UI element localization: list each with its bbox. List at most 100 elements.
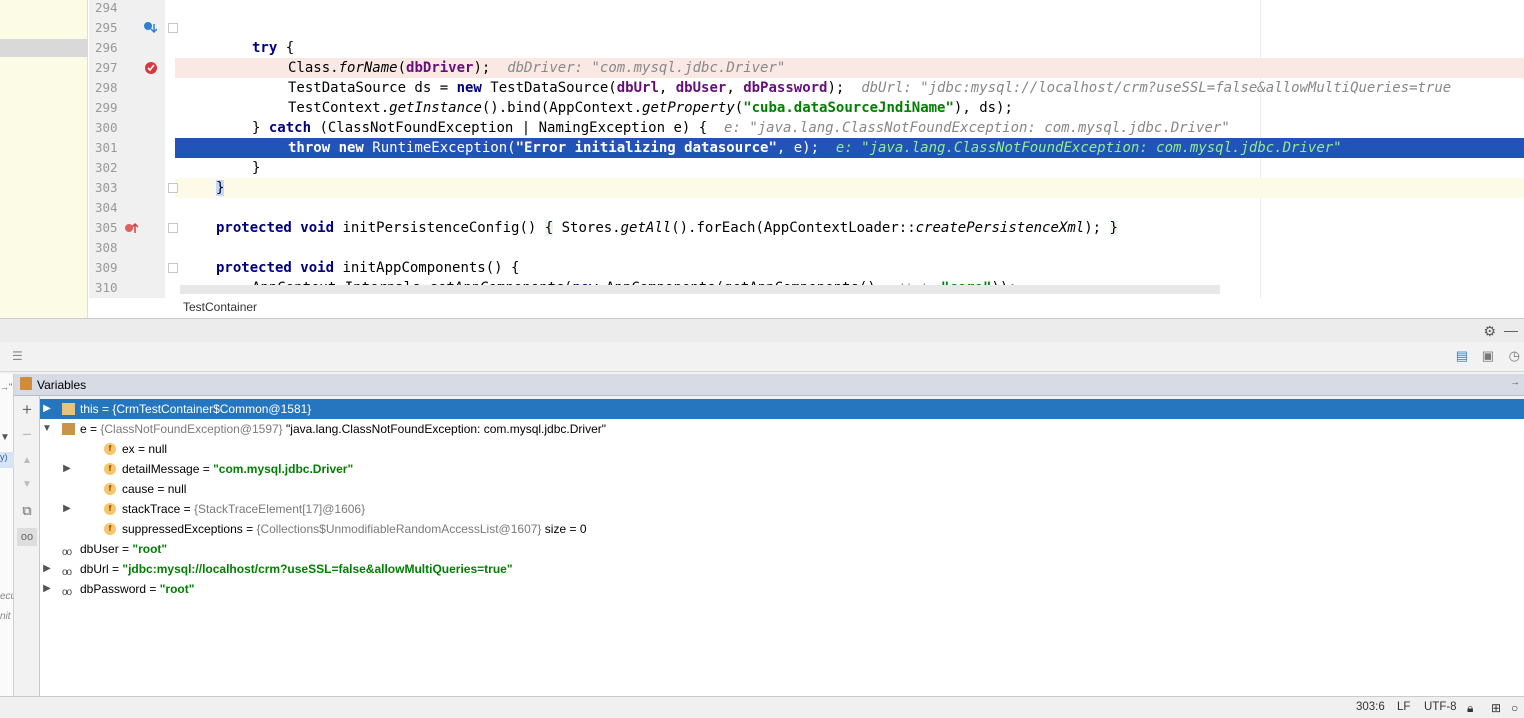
settings-lines-icon[interactable]: ☰ [12,349,23,363]
code-line[interactable]: 309 protected void initAppComponents() { [0,258,1524,278]
variable-row[interactable]: ▶ this = {CrmTestContainer$Common@1581} [40,399,1524,419]
readonly-toggle-icon[interactable]: 🔒︎ [1467,701,1473,716]
variable-value: "jdbc:mysql://localhost/crm?useSSL=false… [122,562,513,576]
minimize-icon[interactable]: — [1504,322,1518,338]
variable-text: ex = null [122,442,168,456]
expand-arrow-icon[interactable]: ▶ [62,459,72,479]
code-editor[interactable]: 294 295 protected void initDataSources()… [0,0,1524,318]
variable-value: "com.mysql.jdbc.Driver" [213,462,354,476]
notifications-icon[interactable]: ○ [1511,701,1518,715]
code-line[interactable]: 304 [0,198,1524,218]
line-number: 303 [95,180,118,195]
variable-text: detailMessage = "com.mysql.jdbc.Driver" [122,462,354,476]
code-line[interactable]: 295 protected void initDataSources() { [0,18,1524,38]
code-line[interactable]: 294 [0,0,1524,18]
code-line[interactable]: 300 } catch (ClassNotFoundException | Na… [0,118,1524,138]
variable-row[interactable]: ▶ f stackTrace = {StackTraceElement[17]@16… [40,499,1524,519]
object-icon [62,403,75,415]
expand-arrow-icon[interactable]: ▶ [42,579,52,599]
move-up-button[interactable]: ▲ [18,452,36,470]
variable-text: dbPassword = "root" [80,582,195,596]
memory-icon[interactable]: ▣ [1482,348,1494,364]
inspector-icon[interactable]: ⊞ [1491,701,1501,715]
override-icon[interactable] [143,21,158,35]
remove-watch-button[interactable]: − [18,426,36,444]
variable-row[interactable]: f suppressedExceptions = {Collections$Unm… [40,519,1524,539]
line-number: 296 [95,40,118,55]
variable-row[interactable]: f cause = null [40,479,1524,499]
variable-name: stackTrace [122,502,181,516]
overridden-method-icon[interactable] [124,221,139,235]
inline-value-hint: e: "java.lang.ClassNotFoundException: co… [835,140,1342,156]
inline-value-hint: dbUrl: "jdbc:mysql://localhost/crm?useSS… [861,80,1452,96]
code-line[interactable]: 303 } [0,178,1524,198]
variable-name: dbPassword [80,582,147,596]
hide-panel-icon[interactable]: → [1510,377,1520,388]
copy-icon[interactable]: ⧉ [18,502,36,520]
variable-row[interactable]: oo dbUser = "root" [40,539,1524,559]
variable-row[interactable]: f ex = null [40,439,1524,459]
gear-icon[interactable]: ⚙ [1483,323,1496,340]
variable-name: dbUrl [80,562,109,576]
fold-marker[interactable] [168,23,178,33]
line-number: 305 [95,220,118,235]
move-down-button[interactable]: ▼ [18,476,36,494]
fold-marker[interactable] [168,223,178,233]
variable-row[interactable]: ▶ oo dbUrl = "jdbc:mysql://localhost/crm?u… [40,559,1524,579]
code-line[interactable]: 305 protected void initPersistenceConfig… [0,218,1524,238]
breadcrumb[interactable]: TestContainer [183,300,257,314]
variable-type: {ClassNotFoundException@1597} [100,422,283,436]
expand-arrow-icon[interactable]: ▶ [42,559,52,579]
file-encoding[interactable]: UTF-8 [1424,701,1457,713]
horizontal-scrollbar[interactable] [180,285,1220,294]
field-icon: f [104,483,116,495]
variable-text: this = {CrmTestContainer$Common@1581} [80,402,312,416]
line-number: 297 [95,60,118,75]
code-line[interactable]: 308 [0,238,1524,258]
variable-value: size = 0 [544,522,587,536]
variable-text: dbUser = "root" [80,542,168,556]
caret-position[interactable]: 303:6 [1356,701,1385,713]
variable-name: suppressedExceptions [122,522,243,536]
breakpoint-icon[interactable] [144,61,158,75]
line-number: 308 [95,240,118,255]
code-line[interactable]: 298 TestDataSource ds = new TestDataSour… [0,78,1524,98]
code-line[interactable]: 297 Class.forName(dbDriver); dbDriver: "… [0,58,1524,78]
show-watches-icon[interactable]: oo [17,528,37,546]
frames-arrow-icon[interactable]: →" [0,382,12,392]
variable-row[interactable]: ▶ f detailMessage = "com.mysql.jdbc.Driver… [40,459,1524,479]
variable-row[interactable]: ▶ oo dbPassword = "root" [40,579,1524,599]
variables-icon [20,377,32,390]
line-separator[interactable]: LF [1397,701,1410,713]
variables-toolbar: + − ▲ ▼ ⧉ oo [14,396,40,696]
field-icon: f [104,443,116,455]
fold-marker[interactable] [168,263,178,273]
frames-panel[interactable]: →" ▼ y) ecu nit [0,374,16,696]
code-line[interactable]: 296 try { [0,38,1524,58]
expand-arrow-icon[interactable]: ▶ [62,499,72,519]
code-line[interactable]: 299 TestContext.getInstance().bind(AppCo… [0,98,1524,118]
variable-value: "root" [132,542,168,556]
code-line[interactable]: 302 } [0,158,1524,178]
variable-name: detailMessage [122,462,200,476]
variable-text: suppressedExceptions = {Collections$Unmo… [122,522,587,536]
variable-text: cause = null [122,482,187,496]
variable-name: dbUser [80,542,119,556]
variable-row[interactable]: ▼ e = {ClassNotFoundException@1597} "java… [40,419,1524,439]
debug-tool-window: ⚙ — ☰ ▤ ▣ ◷ →" ▼ y) ecu nit Variables → … [0,318,1524,696]
code-line[interactable]: 301 throw new RuntimeException("Error in… [0,138,1524,158]
fold-marker[interactable] [168,183,178,193]
variable-value: "java.lang.ClassNotFoundException: com.m… [286,422,606,436]
expand-arrow-icon[interactable]: ▶ [42,399,52,419]
variable-value: {CrmTestContainer$Common@1581} [112,402,312,416]
variable-value: "root" [159,582,195,596]
variables-header: Variables → [14,374,1524,396]
restore-layout-icon[interactable]: ◷ [1509,348,1520,364]
variables-tree[interactable]: ▶ this = {CrmTestContainer$Common@1581} ▼ e… [40,399,1524,696]
collapse-arrow-icon[interactable]: ▼ [42,419,52,439]
field-icon: f [104,463,116,475]
object-icon [62,423,75,435]
variable-name: ex [122,442,135,456]
evaluate-icon[interactable]: ▤ [1456,348,1468,364]
add-watch-button[interactable]: + [18,401,36,419]
